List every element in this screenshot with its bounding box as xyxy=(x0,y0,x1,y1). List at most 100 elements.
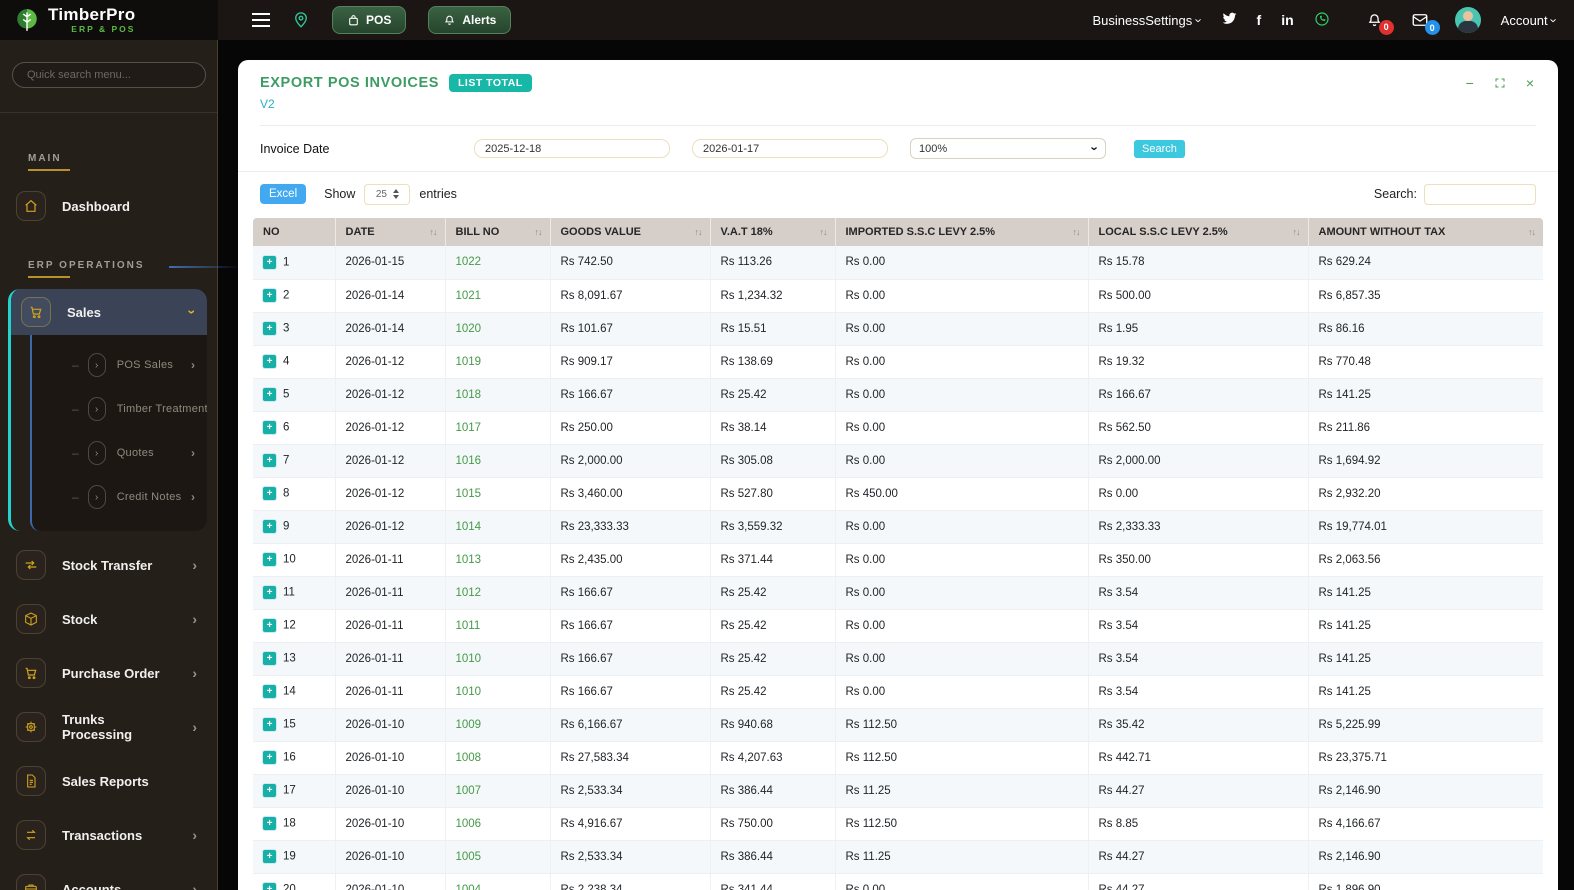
bill-no-link[interactable]: 1010 xyxy=(456,653,482,665)
col-amount-without-tax[interactable]: AMOUNT WITHOUT TAX ↑↓ xyxy=(1308,218,1543,246)
expand-row-button[interactable]: + xyxy=(263,652,276,665)
sidebar-item-quotes[interactable]: – › Quotes › xyxy=(32,431,207,475)
expand-row-button[interactable]: + xyxy=(263,586,276,599)
sidebar-item-timber-treatment[interactable]: – › Timber Treatment › xyxy=(32,387,207,431)
col-imported-levy[interactable]: IMPORTED S.S.C LEVY 2.5% ↑↓ xyxy=(835,218,1089,246)
bill-no-link[interactable]: 1006 xyxy=(456,818,482,830)
expand-row-button[interactable]: + xyxy=(263,421,276,434)
bill-no-link[interactable]: 1021 xyxy=(456,290,482,302)
no-cell: +18 xyxy=(253,807,336,841)
expand-row-button[interactable]: + xyxy=(263,718,276,731)
whatsapp-icon[interactable] xyxy=(1314,11,1330,30)
sidebar-search-input[interactable] xyxy=(12,62,206,88)
expand-row-button[interactable]: + xyxy=(263,784,276,797)
business-settings-menu[interactable]: BusinessSettings › xyxy=(1092,13,1206,28)
col-goods-value[interactable]: GOODS VALUE ↑↓ xyxy=(550,218,711,246)
sidebar-item-pos-sales[interactable]: – › POS Sales › xyxy=(32,343,207,387)
minimize-button[interactable]: − xyxy=(1466,76,1474,90)
bill-no-link[interactable]: 1019 xyxy=(456,356,482,368)
location-pin-icon[interactable] xyxy=(292,11,310,29)
table-search-input[interactable] xyxy=(1424,183,1536,205)
sidebar-item-dashboard[interactable]: Dashboard xyxy=(16,186,205,226)
expand-row-button[interactable]: + xyxy=(263,322,276,335)
sidebar-item-stock[interactable]: Stock › xyxy=(16,599,205,639)
brand-logo[interactable]: TimberPro ERP & POS xyxy=(0,0,218,40)
date-cell: 2026-01-12 xyxy=(335,345,446,379)
no-cell: +9 xyxy=(253,510,336,544)
amount-cell: Rs 141.25 xyxy=(1308,609,1543,643)
expand-row-button[interactable]: + xyxy=(263,850,276,863)
date-to-input[interactable] xyxy=(692,139,888,158)
bill-no-link[interactable]: 1008 xyxy=(456,752,482,764)
sort-icon: ↑↓ xyxy=(429,227,438,237)
bill-no-link[interactable]: 1020 xyxy=(456,323,482,335)
sidebar-item-stock-transfer[interactable]: Stock Transfer › xyxy=(16,545,205,585)
bill-no-link[interactable]: 1012 xyxy=(456,587,482,599)
bill-no-link[interactable]: 1022 xyxy=(456,256,482,268)
expand-row-button[interactable]: + xyxy=(263,751,276,764)
messages-envelope-icon[interactable]: 0 xyxy=(1411,11,1440,35)
date-cell: 2026-01-14 xyxy=(335,279,446,313)
bill-no-link[interactable]: 1009 xyxy=(456,719,482,731)
percent-select[interactable]: 100% › xyxy=(910,138,1106,159)
expand-row-button[interactable]: + xyxy=(263,883,276,890)
date-from-input[interactable] xyxy=(474,139,670,158)
chevron-right-icon: › xyxy=(87,485,106,509)
sidebar-item-transactions[interactable]: Transactions › xyxy=(16,815,205,855)
bill-no-link[interactable]: 1011 xyxy=(456,620,481,632)
page-size-select[interactable]: 25 xyxy=(364,183,411,205)
sidebar-item-accounts[interactable]: Accounts › xyxy=(16,869,205,890)
bill-no-link[interactable]: 1016 xyxy=(456,455,482,467)
expand-row-button[interactable]: + xyxy=(263,619,276,632)
table-row: +14 2026-01-11 1010 Rs 166.67 Rs 25.42 Rs 0.0… xyxy=(253,675,1543,709)
local-levy-cell: Rs 44.27 xyxy=(1088,774,1309,808)
notifications-bell-icon[interactable]: 0 xyxy=(1366,12,1394,35)
excel-export-button[interactable]: Excel xyxy=(260,184,307,204)
expand-row-button[interactable]: + xyxy=(263,520,276,533)
col-vat[interactable]: V.A.T 18% ↑↓ xyxy=(710,218,836,246)
version-link[interactable]: V2 xyxy=(260,97,275,111)
facebook-icon[interactable]: f xyxy=(1257,12,1262,28)
bill-no-link[interactable]: 1007 xyxy=(456,785,482,797)
close-button[interactable]: × xyxy=(1526,76,1534,90)
expand-row-button[interactable]: + xyxy=(263,685,276,698)
col-bill-no[interactable]: BILL NO ↑↓ xyxy=(445,218,551,246)
account-avatar[interactable] xyxy=(1454,7,1481,33)
expand-row-button[interactable]: + xyxy=(263,388,276,401)
expand-row-button[interactable]: + xyxy=(263,255,276,269)
local-levy-cell: Rs 15.78 xyxy=(1088,246,1309,280)
sidebar-item-trunks-processing[interactable]: Trunks Processing › xyxy=(16,707,205,747)
document-icon xyxy=(23,773,39,789)
bill-no-link[interactable]: 1014 xyxy=(456,521,482,533)
pos-button[interactable]: POS xyxy=(332,6,407,34)
sidebar-item-sales[interactable]: Sales › xyxy=(11,289,207,335)
expand-row-button[interactable]: + xyxy=(263,487,276,500)
expand-button[interactable] xyxy=(1494,77,1506,89)
twitter-icon[interactable] xyxy=(1222,11,1237,29)
sidebar-item-credit-notes[interactable]: – › Credit Notes › xyxy=(32,475,207,519)
no-cell: +14 xyxy=(253,675,336,709)
linkedin-icon[interactable]: in xyxy=(1281,12,1293,28)
expand-row-button[interactable]: + xyxy=(263,553,276,566)
amount-cell: Rs 2,146.90 xyxy=(1308,840,1543,874)
imported-levy-cell: Rs 11.25 xyxy=(835,840,1089,874)
expand-row-button[interactable]: + xyxy=(263,355,276,368)
hamburger-menu-icon[interactable] xyxy=(252,13,270,27)
bill-no-link[interactable]: 1017 xyxy=(456,422,482,434)
alerts-button[interactable]: Alerts xyxy=(428,6,512,34)
search-button[interactable]: Search xyxy=(1134,139,1185,158)
bill-no-link[interactable]: 1005 xyxy=(456,851,482,863)
bill-no-link[interactable]: 1010 xyxy=(456,686,482,698)
sidebar-item-sales-reports[interactable]: Sales Reports xyxy=(16,761,205,801)
bill-no-link[interactable]: 1013 xyxy=(456,554,482,566)
expand-row-button[interactable]: + xyxy=(263,454,276,467)
sidebar-item-purchase-order[interactable]: Purchase Order › xyxy=(16,653,205,693)
bill-no-link[interactable]: 1004 xyxy=(456,884,482,890)
account-menu[interactable]: Account › xyxy=(1501,13,1562,28)
bill-no-link[interactable]: 1015 xyxy=(456,488,482,500)
col-date[interactable]: DATE ↑↓ xyxy=(335,218,446,246)
bill-no-link[interactable]: 1018 xyxy=(456,389,482,401)
expand-row-button[interactable]: + xyxy=(263,817,276,830)
expand-row-button[interactable]: + xyxy=(263,289,276,302)
col-local-levy[interactable]: LOCAL S.S.C LEVY 2.5% ↑↓ xyxy=(1088,218,1309,246)
